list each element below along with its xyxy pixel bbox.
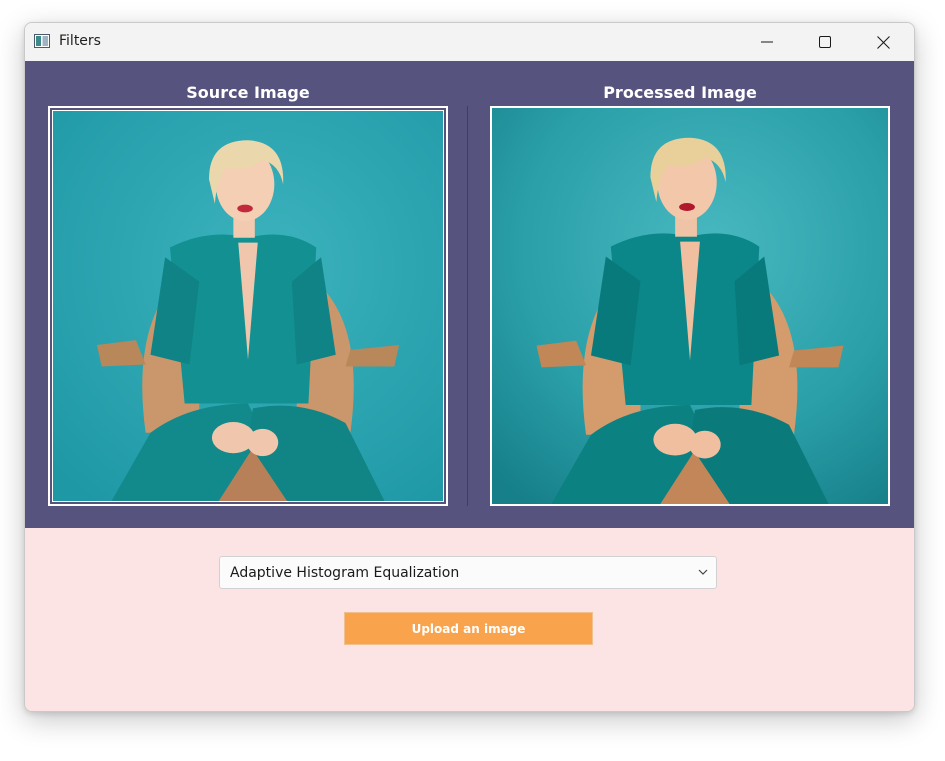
- chevron-down-icon: [698, 569, 708, 575]
- app-window: Filters Source Image Processed Image Ada…: [24, 22, 915, 712]
- processed-image-title: Processed Image: [603, 83, 757, 102]
- image-comparison-panel: Source Image Processed Image: [25, 61, 914, 528]
- maximize-icon: [819, 36, 831, 48]
- app-window-icon: [34, 34, 50, 48]
- filter-select-value: Adaptive Histogram Equalization: [230, 565, 460, 581]
- processed-photo: [492, 108, 888, 504]
- panel-divider: [467, 106, 468, 506]
- source-image-title: Source Image: [186, 83, 310, 102]
- processed-image-frame: [490, 106, 890, 506]
- title-bar[interactable]: Filters: [25, 23, 914, 61]
- upload-image-button[interactable]: Upload an image: [344, 612, 593, 645]
- minimize-button[interactable]: [738, 23, 796, 61]
- source-photo: [53, 111, 443, 501]
- close-icon: [876, 35, 890, 49]
- filter-select[interactable]: Adaptive Histogram Equalization: [219, 556, 717, 589]
- source-image-frame: [48, 106, 448, 506]
- controls-area: Adaptive Histogram Equalization Upload a…: [25, 528, 914, 711]
- close-button[interactable]: [854, 23, 912, 61]
- window-title: Filters: [59, 33, 101, 49]
- minimize-icon: [761, 41, 773, 43]
- maximize-button[interactable]: [796, 23, 854, 61]
